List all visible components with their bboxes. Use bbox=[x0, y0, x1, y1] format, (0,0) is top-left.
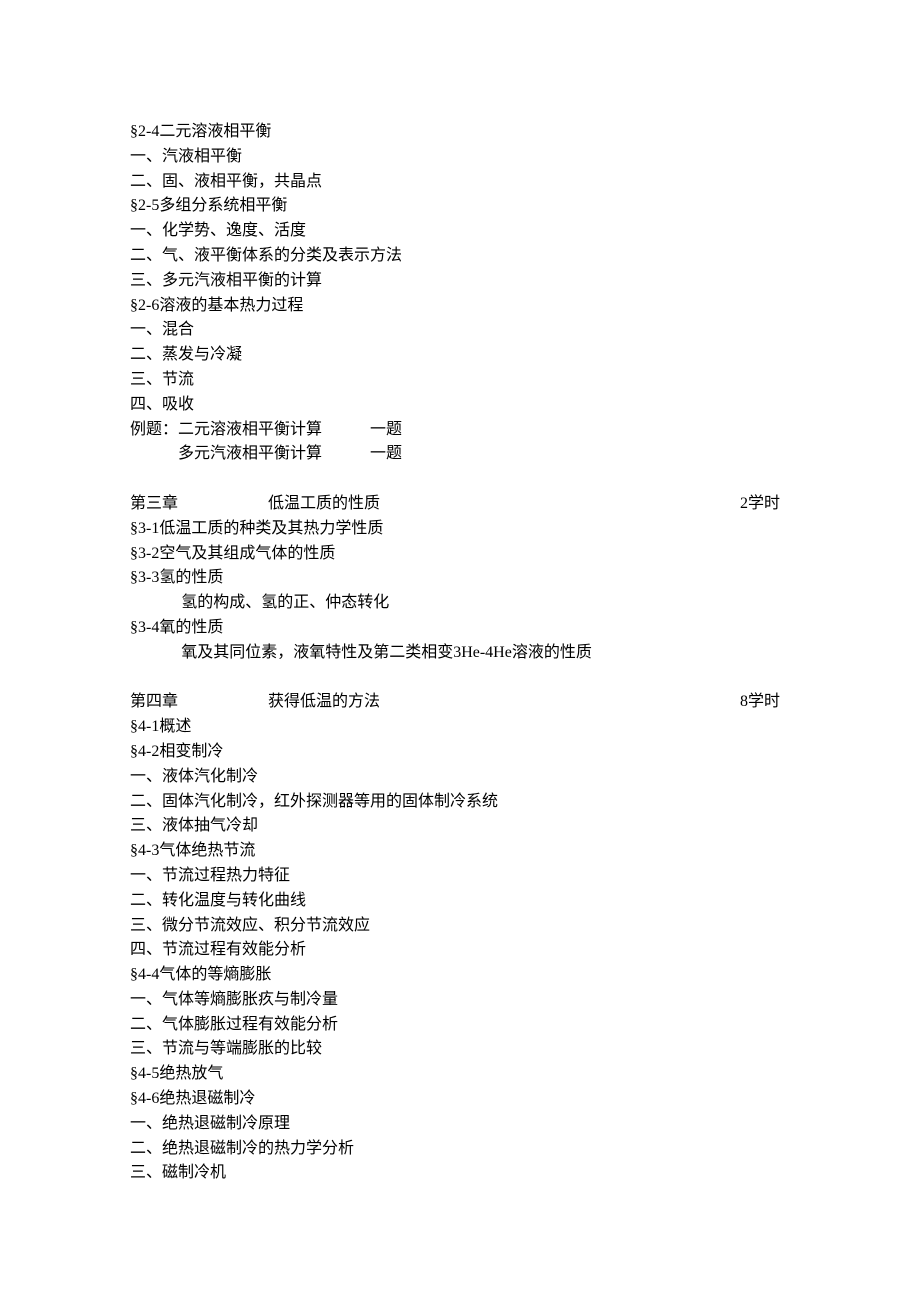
list-item: 三、节流与等端膨胀的比较 bbox=[130, 1037, 790, 1062]
section-heading: §3-3氢的性质 bbox=[130, 566, 790, 591]
blank-line bbox=[130, 666, 790, 691]
list-item: 二、转化温度与转化曲线 bbox=[130, 889, 790, 914]
blank-line bbox=[130, 467, 790, 492]
list-item: 三、微分节流效应、积分节流效应 bbox=[130, 914, 790, 939]
chapter-title: 低温工质的性质 bbox=[268, 495, 380, 512]
section-heading: §4-3气体绝热节流 bbox=[130, 839, 790, 864]
chapter-hours: 2学时 bbox=[740, 492, 790, 517]
section-body: 氢的构成、氢的正、仲态转化 bbox=[130, 591, 790, 616]
section-heading: §4-1概述 bbox=[130, 715, 790, 740]
section-heading: §4-4气体的等熵膨胀 bbox=[130, 963, 790, 988]
section-heading: §2-4二元溶液相平衡 bbox=[130, 120, 790, 145]
chapter-label: 第四章 bbox=[130, 693, 178, 710]
section-heading: §4-6绝热退磁制冷 bbox=[130, 1087, 790, 1112]
list-item: 一、液体汽化制冷 bbox=[130, 765, 790, 790]
chapter-heading-row: 第三章 低温工质的性质 2学时 bbox=[130, 492, 790, 517]
list-item: 四、节流过程有效能分析 bbox=[130, 938, 790, 963]
section-body: 氧及其同位素，液氧特性及第二类相变3He-4He溶液的性质 bbox=[130, 641, 790, 666]
example-text: 多元汽液相平衡计算 bbox=[178, 445, 322, 462]
example-row: 例题：二元溶液相平衡计算 一题 bbox=[130, 418, 790, 443]
list-item: 三、节流 bbox=[130, 368, 790, 393]
list-item: 二、固体汽化制冷，红外探测器等用的固体制冷系统 bbox=[130, 790, 790, 815]
list-item: 一、化学势、逸度、活度 bbox=[130, 219, 790, 244]
example-count: 一题 bbox=[370, 421, 402, 438]
list-item: 一、汽液相平衡 bbox=[130, 145, 790, 170]
section-heading: §3-2空气及其组成气体的性质 bbox=[130, 542, 790, 567]
document-page: §2-4二元溶液相平衡 一、汽液相平衡 二、固、液相平衡，共晶点 §2-5多组分… bbox=[0, 0, 920, 1301]
section-heading: §4-2相变制冷 bbox=[130, 740, 790, 765]
chapter-label: 第三章 bbox=[130, 495, 178, 512]
list-item: 三、磁制冷机 bbox=[130, 1161, 790, 1186]
example-prefix: 例题： bbox=[130, 421, 178, 438]
list-item: 二、绝热退磁制冷的热力学分析 bbox=[130, 1137, 790, 1162]
list-item: 一、混合 bbox=[130, 318, 790, 343]
list-item: 四、吸收 bbox=[130, 393, 790, 418]
list-item: 三、多元汽液相平衡的计算 bbox=[130, 269, 790, 294]
chapter-title: 获得低温的方法 bbox=[268, 693, 380, 710]
example-count: 一题 bbox=[370, 445, 402, 462]
chapter-heading-row: 第四章 获得低温的方法 8学时 bbox=[130, 690, 790, 715]
section-heading: §3-1低温工质的种类及其热力学性质 bbox=[130, 517, 790, 542]
list-item: 二、蒸发与冷凝 bbox=[130, 343, 790, 368]
section-heading: §2-6溶液的基本热力过程 bbox=[130, 294, 790, 319]
chapter-hours: 8学时 bbox=[740, 690, 790, 715]
list-item: 一、绝热退磁制冷原理 bbox=[130, 1112, 790, 1137]
section-heading: §2-5多组分系统相平衡 bbox=[130, 194, 790, 219]
example-text: 二元溶液相平衡计算 bbox=[178, 421, 322, 438]
list-item: 一、节流过程热力特征 bbox=[130, 864, 790, 889]
section-heading: §4-5绝热放气 bbox=[130, 1062, 790, 1087]
list-item: 二、气、液平衡体系的分类及表示方法 bbox=[130, 244, 790, 269]
list-item: 三、液体抽气冷却 bbox=[130, 814, 790, 839]
list-item: 一、气体等熵膨胀疚与制冷量 bbox=[130, 988, 790, 1013]
list-item: 二、固、液相平衡，共晶点 bbox=[130, 170, 790, 195]
example-row: 多元汽液相平衡计算 一题 bbox=[130, 442, 790, 467]
section-heading: §3-4氧的性质 bbox=[130, 616, 790, 641]
list-item: 二、气体膨胀过程有效能分析 bbox=[130, 1013, 790, 1038]
